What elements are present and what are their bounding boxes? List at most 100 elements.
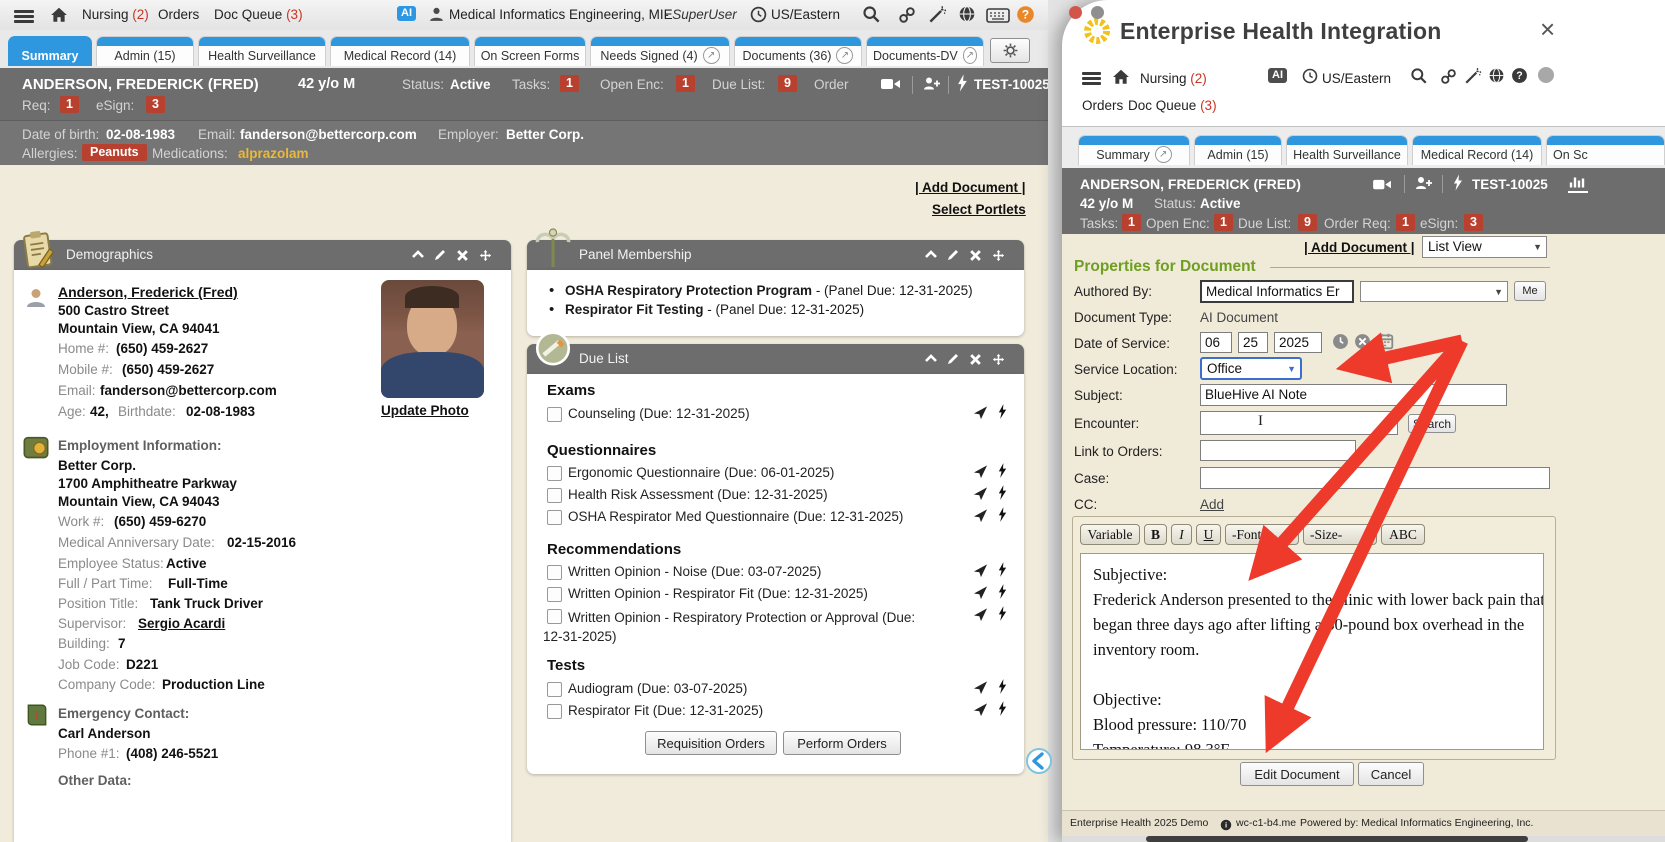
collapse-icon[interactable] (924, 247, 938, 262)
bolt-icon[interactable] (997, 700, 1008, 716)
nav-orders[interactable]: Orders (1082, 98, 1123, 113)
dos-month-input[interactable]: 06 (1200, 332, 1232, 353)
collapse-icon[interactable] (924, 351, 938, 366)
due-item-checkbox[interactable] (547, 466, 562, 481)
cancel-button[interactable]: Cancel (1358, 762, 1424, 786)
esign-badge[interactable]: 3 (146, 96, 165, 113)
select-portlets-link[interactable]: Select Portlets (932, 202, 1026, 217)
authored-by-input[interactable]: Medical Informatics Er (1200, 280, 1354, 303)
edit-icon[interactable] (946, 247, 960, 262)
send-icon[interactable] (973, 404, 988, 420)
patient-name-link[interactable]: Anderson, Frederick (Fred) (58, 284, 238, 300)
send-icon[interactable] (973, 562, 988, 578)
calendar-icon[interactable] (1376, 332, 1394, 350)
search-button[interactable]: Search (1408, 414, 1456, 433)
user-icon[interactable] (428, 6, 445, 23)
bolt-icon[interactable] (997, 583, 1008, 599)
tab-summary[interactable]: Summary↗ (1078, 135, 1190, 165)
due-item-checkbox[interactable] (547, 704, 562, 719)
tab-documents-dv[interactable]: Documents-DV↗ (866, 36, 984, 66)
bolt-icon[interactable] (997, 403, 1008, 419)
add-document-link[interactable]: | Add Document | (1304, 240, 1415, 255)
tab-medical-record[interactable]: Medical Record (14) (1412, 135, 1542, 165)
panel-close-icon[interactable]: × (1540, 18, 1555, 40)
send-icon[interactable] (973, 485, 988, 501)
tab-summary[interactable]: Summary (8, 36, 92, 66)
add-person-icon[interactable] (1414, 175, 1433, 191)
edit-document-button[interactable]: Edit Document (1240, 762, 1354, 786)
tab-on-screen-forms[interactable]: On Sc (1546, 135, 1665, 165)
due-list-badge[interactable]: 9 (1298, 214, 1317, 231)
open-enc-badge[interactable]: 1 (676, 75, 695, 92)
service-location-select[interactable]: Office▼ (1200, 357, 1302, 380)
dos-year-input[interactable]: 2025 (1274, 332, 1322, 353)
window-gray-dot[interactable] (1091, 6, 1104, 19)
req-badge[interactable]: 1 (60, 96, 79, 113)
case-input[interactable] (1200, 467, 1550, 489)
tab-medical-record[interactable]: Medical Record (14) (330, 36, 470, 66)
send-icon[interactable] (973, 507, 988, 523)
hamburger-menu-icon[interactable] (14, 8, 34, 25)
tab-admin[interactable]: Admin (15) (96, 36, 194, 66)
wand-icon[interactable] (1464, 67, 1482, 85)
nav-doc-queue[interactable]: Doc Queue (3) (1128, 98, 1217, 113)
globe-icon[interactable] (1488, 67, 1505, 84)
order-req-badge[interactable]: 1 (1396, 214, 1415, 231)
edit-icon[interactable] (946, 351, 960, 366)
close-icon[interactable] (969, 247, 982, 262)
external-link-icon[interactable]: ↗ (703, 47, 720, 64)
list-view-select[interactable]: List View▼ (1422, 236, 1547, 258)
scrollbar-thumb[interactable] (1146, 836, 1528, 842)
send-icon[interactable] (973, 606, 988, 622)
perform-orders-button[interactable]: Perform Orders (783, 731, 901, 755)
editor-font-select[interactable]: -Font- (1225, 524, 1299, 545)
bolt-icon[interactable] (997, 605, 1008, 621)
help-icon[interactable]: ? (1016, 5, 1035, 24)
tab-on-screen-forms[interactable]: On Screen Forms (474, 36, 586, 66)
close-icon[interactable] (969, 351, 982, 366)
edit-icon[interactable] (433, 247, 447, 262)
allergy-badge[interactable]: Peanuts (82, 144, 147, 161)
due-item-checkbox[interactable] (547, 587, 562, 602)
globe-icon[interactable] (958, 5, 976, 23)
panel-collapse-arrow[interactable] (1026, 748, 1052, 774)
nav-nursing[interactable]: Nursing (2) (82, 7, 149, 22)
wand-icon[interactable] (928, 5, 947, 24)
send-icon[interactable] (973, 584, 988, 600)
subject-input[interactable]: BlueHive AI Note (1200, 384, 1507, 406)
tasks-badge[interactable]: 1 (560, 75, 579, 92)
update-photo-link[interactable]: Update Photo (381, 403, 469, 418)
open-enc-badge[interactable]: 1 (1214, 214, 1233, 231)
info-icon[interactable]: i (1220, 817, 1232, 832)
ai-badge[interactable]: AI (1268, 68, 1287, 83)
editor-italic-button[interactable]: I (1171, 524, 1192, 545)
bolt-icon[interactable] (997, 462, 1008, 478)
editor-bold-button[interactable]: B (1144, 524, 1167, 545)
link-icon[interactable] (898, 6, 916, 24)
search-icon[interactable] (862, 5, 881, 24)
chart-id[interactable]: TEST-10025 (1472, 177, 1548, 192)
nav-orders[interactable]: Orders (158, 7, 199, 22)
timezone-label[interactable]: US/Eastern (771, 7, 840, 22)
tasks-badge[interactable]: 1 (1122, 214, 1141, 231)
timezone-label[interactable]: US/Eastern (1322, 71, 1391, 86)
due-item-checkbox[interactable] (547, 682, 562, 697)
send-icon[interactable] (973, 679, 988, 695)
link-to-orders-input[interactable] (1200, 440, 1356, 461)
video-camera-icon[interactable] (1372, 176, 1393, 192)
clear-date-icon[interactable] (1354, 333, 1371, 350)
send-icon[interactable] (973, 701, 988, 717)
help-icon[interactable]: ? (1511, 67, 1528, 84)
home-icon[interactable] (50, 6, 68, 24)
due-list-badge[interactable]: 9 (778, 75, 797, 92)
search-icon[interactable] (1410, 67, 1428, 85)
requisition-orders-button[interactable]: Requisition Orders (645, 731, 777, 755)
tab-admin[interactable]: Admin (15) (1194, 135, 1282, 165)
move-icon[interactable] (991, 247, 1006, 263)
demographics-portlet-header[interactable]: Demographics (14, 240, 511, 270)
bolt-icon[interactable] (1452, 174, 1464, 191)
tab-needs-signed[interactable]: Needs Signed (4)↗ (590, 36, 730, 66)
home-icon[interactable] (1112, 68, 1130, 86)
tab-health-surveillance[interactable]: Health Surveillance (1286, 135, 1408, 165)
document-text-area[interactable]: Subjective: Frederick Anderson presented… (1080, 553, 1544, 750)
